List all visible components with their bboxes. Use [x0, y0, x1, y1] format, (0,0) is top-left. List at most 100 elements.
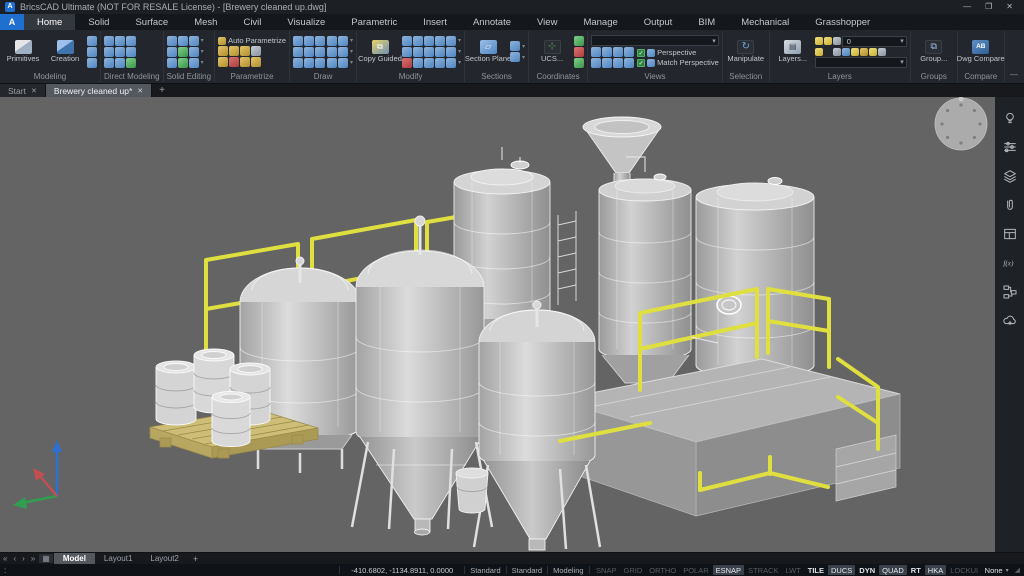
tool-icon[interactable] — [87, 47, 97, 57]
menu-tab-annotate[interactable]: Annotate — [460, 14, 524, 30]
status-toggle-rt[interactable]: RT — [908, 565, 924, 575]
previous-layout-button[interactable]: ‹ — [10, 553, 19, 564]
maximize-button[interactable]: ❐ — [985, 0, 992, 14]
status-style-2[interactable]: Modeling — [551, 566, 585, 575]
tool-icon[interactable] — [87, 36, 97, 46]
tool-icon[interactable] — [126, 58, 136, 68]
tool-icon[interactable] — [402, 58, 412, 68]
tool-icon[interactable] — [229, 46, 239, 56]
toggle-perspective[interactable]: ✓Perspective — [637, 48, 719, 57]
cloud-upload-icon[interactable] — [1001, 312, 1018, 329]
brewery-model[interactable] — [0, 97, 995, 552]
status-toggle-dyn[interactable]: DYN — [856, 565, 878, 575]
layer-tool-icon[interactable] — [824, 48, 832, 56]
tool-icon[interactable] — [115, 36, 125, 46]
tool-icon[interactable] — [424, 47, 434, 57]
tool-icon[interactable] — [591, 58, 601, 68]
menu-tab-civil[interactable]: Civil — [230, 14, 274, 30]
view-preset-dropdown[interactable]: ▾ — [591, 35, 719, 46]
tool-icon[interactable] — [315, 58, 325, 68]
ribbon-button-primitives[interactable]: Primitives — [3, 40, 43, 63]
layout-tab-layout2[interactable]: Layout2 — [141, 553, 187, 564]
ribbon-button-manipulate[interactable]: ↻Manipulate — [726, 40, 766, 63]
menu-tab-mesh[interactable]: Mesh — [181, 14, 230, 30]
navigation-compass-dial[interactable] — [935, 97, 987, 150]
tool-icon[interactable] — [327, 58, 337, 68]
chevron-down-icon[interactable]: ▾ — [350, 59, 353, 66]
tool-icon[interactable] — [510, 52, 520, 62]
menu-tab-surface[interactable]: Surface — [122, 14, 181, 30]
bucket[interactable] — [456, 468, 488, 513]
tool-icon[interactable] — [251, 57, 261, 67]
fields-icon[interactable]: f(x) — [1001, 254, 1018, 271]
menu-tab-visualize[interactable]: Visualize — [274, 14, 338, 30]
chevron-down-icon[interactable]: ▾ — [458, 37, 461, 44]
status-toggle-esnap[interactable]: ESNAP — [713, 565, 744, 575]
status-toggle-ducs[interactable]: DUCS — [828, 565, 855, 575]
model-canvas[interactable] — [0, 97, 995, 552]
tool-icon[interactable] — [115, 58, 125, 68]
ribbon-button-section-plane[interactable]: ▱Section Plane — [468, 40, 508, 63]
ribbon-button-copy-guided[interactable]: ⧉Copy Guided — [360, 40, 400, 63]
tool-icon[interactable] — [189, 36, 199, 46]
status-toggle-grid[interactable]: GRID — [620, 565, 645, 575]
tool-icon[interactable] — [613, 58, 623, 68]
tool-icon[interactable] — [424, 58, 434, 68]
layout-list-icon[interactable]: ▦ — [39, 554, 53, 563]
layer-state-icon[interactable] — [815, 37, 823, 45]
menu-tab-output[interactable]: Output — [631, 14, 686, 30]
platform[interactable] — [556, 359, 900, 516]
tool-icon[interactable] — [435, 58, 445, 68]
tool-icon[interactable] — [167, 58, 177, 68]
close-icon[interactable]: ✕ — [137, 87, 143, 95]
ribbon-button-dwg-compare[interactable]: ABDwg Compare — [961, 40, 1001, 63]
tool-icon[interactable] — [574, 47, 584, 57]
tool-icon[interactable] — [602, 47, 612, 57]
render-settings-icon[interactable] — [1001, 138, 1018, 155]
tool-icon[interactable] — [338, 58, 348, 68]
chevron-down-icon[interactable]: ▾ — [201, 37, 204, 44]
chevron-down-icon[interactable]: ▾ — [458, 59, 461, 66]
sheet-set-icon[interactable] — [1001, 225, 1018, 242]
tool-icon[interactable] — [293, 36, 303, 46]
ribbon-button-creation[interactable]: Creation — [45, 40, 85, 63]
fermenter-3[interactable] — [474, 301, 600, 550]
tool-icon[interactable] — [104, 36, 114, 46]
tool-icon[interactable] — [229, 57, 239, 67]
tool-icon[interactable] — [413, 58, 423, 68]
tool-icon[interactable] — [304, 58, 314, 68]
tool-icon[interactable] — [574, 58, 584, 68]
ribbon-collapse-button[interactable]: — — [1010, 70, 1018, 79]
layer-tool-icon[interactable] — [833, 48, 841, 56]
tool-icon[interactable] — [591, 47, 601, 57]
tool-icon[interactable] — [167, 47, 177, 57]
chevron-down-icon[interactable]: ▾ — [350, 48, 353, 55]
status-toggle-snap[interactable]: SNAP — [593, 565, 619, 575]
menu-tab-home[interactable]: Home — [24, 14, 75, 30]
new-layout-button[interactable]: + — [188, 553, 203, 564]
tool-icon[interactable] — [218, 46, 228, 56]
tank-middle[interactable] — [599, 174, 691, 383]
status-toggle-lockui[interactable]: LOCKUI — [947, 565, 981, 575]
ladder-frame[interactable] — [558, 211, 576, 305]
status-toggle-tile[interactable]: TILE — [805, 565, 827, 575]
layout-tab-model[interactable]: Model — [54, 553, 95, 564]
ribbon-button-group[interactable]: ⧉Group... — [914, 40, 954, 63]
layout-tab-layout1[interactable]: Layout1 — [95, 553, 141, 564]
layer-tool-icon[interactable] — [860, 48, 868, 56]
layer-tool-icon[interactable] — [869, 48, 877, 56]
tool-icon[interactable] — [327, 36, 337, 46]
tool-icon[interactable] — [315, 36, 325, 46]
resize-grip-icon[interactable]: ◢ — [1012, 566, 1020, 574]
tool-icon[interactable] — [413, 47, 423, 57]
tool-icon[interactable] — [104, 58, 114, 68]
status-toggle-quad[interactable]: QUAD — [879, 565, 907, 575]
tool-icon[interactable] — [613, 47, 623, 57]
document-tab-start[interactable]: Start✕ — [0, 84, 46, 97]
chevron-down-icon[interactable]: ▾ — [350, 37, 353, 44]
tool-icon[interactable] — [338, 47, 348, 57]
status-style-0[interactable]: Standard — [468, 566, 502, 575]
tool-icon[interactable] — [178, 58, 188, 68]
menu-tab-solid[interactable]: Solid — [75, 14, 122, 30]
tool-icon[interactable] — [126, 47, 136, 57]
